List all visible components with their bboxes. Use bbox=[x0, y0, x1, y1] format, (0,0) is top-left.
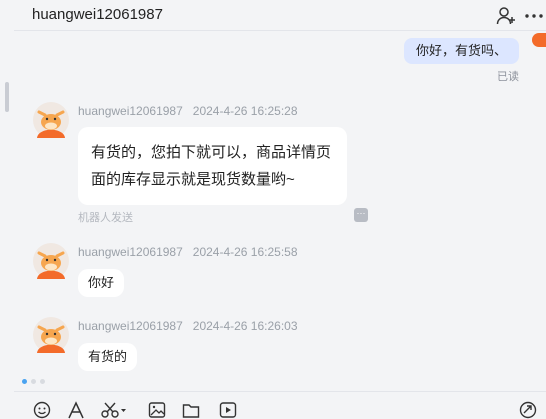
send-action-icon[interactable] bbox=[519, 401, 537, 419]
avatar[interactable] bbox=[33, 243, 69, 279]
more-horizontal-icon[interactable] bbox=[524, 6, 544, 26]
sender-name: huangwei12061987 bbox=[78, 319, 183, 333]
page-dot[interactable] bbox=[31, 379, 36, 384]
read-status: 已读 bbox=[497, 71, 519, 83]
input-toolbar bbox=[14, 391, 546, 419]
scissors-icon[interactable] bbox=[101, 401, 127, 419]
chat-window: huangwei12061987 你好，有货吗、 已读 huangwei1206… bbox=[14, 0, 546, 418]
sender-name: huangwei12061987 bbox=[78, 245, 183, 259]
own-avatar bbox=[532, 33, 546, 47]
page-dot[interactable] bbox=[40, 379, 45, 384]
message-meta: huangwei12061987 2024-4-26 16:25:28 bbox=[78, 104, 298, 118]
message-time: 2024-4-26 16:25:28 bbox=[192, 104, 298, 118]
bot-sent-label: 机器人发送 bbox=[78, 212, 133, 224]
chat-title: huangwei12061987 bbox=[32, 6, 163, 23]
incoming-message-bubble[interactable]: 有货的 bbox=[78, 343, 138, 371]
message-meta: huangwei12061987 2024-4-26 16:25:58 bbox=[78, 245, 298, 259]
message-time: 2024-4-26 16:26:03 bbox=[192, 319, 298, 333]
scrollbar-thumb[interactable] bbox=[5, 82, 9, 112]
page-dot[interactable] bbox=[22, 379, 27, 384]
add-user-icon[interactable] bbox=[496, 6, 516, 26]
page-indicator bbox=[22, 371, 49, 389]
avatar[interactable] bbox=[33, 317, 69, 353]
avatar[interactable] bbox=[33, 102, 69, 138]
image-icon[interactable] bbox=[148, 401, 166, 419]
message-more-button[interactable]: ··· bbox=[354, 208, 368, 222]
message-time: 2024-4-26 16:25:58 bbox=[192, 245, 298, 259]
incoming-message-bubble[interactable]: 有货的，您拍下就可以，商品详情页面的库存显示就是现货数量哟~ bbox=[78, 127, 347, 205]
incoming-message-bubble[interactable]: 你好 bbox=[78, 269, 125, 297]
emoji-icon[interactable] bbox=[33, 401, 51, 419]
folder-icon[interactable] bbox=[182, 401, 200, 419]
chat-header: huangwei12061987 bbox=[14, 0, 546, 31]
outgoing-message-bubble[interactable]: 你好，有货吗、 bbox=[403, 38, 519, 64]
font-icon[interactable] bbox=[67, 401, 85, 419]
sender-name: huangwei12061987 bbox=[78, 104, 183, 118]
video-icon[interactable] bbox=[219, 401, 237, 419]
message-meta: huangwei12061987 2024-4-26 16:26:03 bbox=[78, 319, 298, 333]
